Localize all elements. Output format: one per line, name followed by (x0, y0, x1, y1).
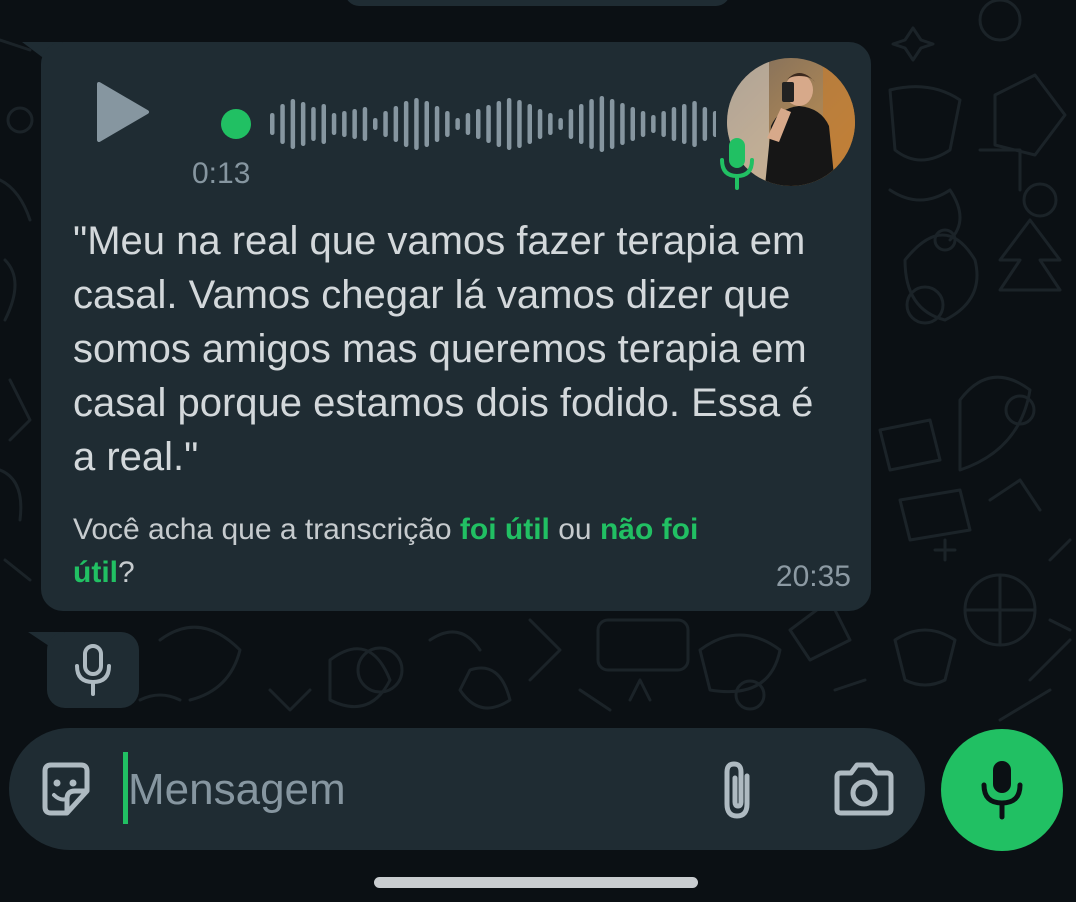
waveform-bar (414, 98, 419, 150)
waveform-bar (393, 106, 399, 142)
waveform-bar (342, 111, 347, 137)
audio-duration: 0:13 (192, 157, 251, 190)
voice-message-bubble[interactable] (47, 632, 139, 708)
waveform-bar (527, 104, 532, 144)
mic-icon (981, 761, 1023, 820)
waveform-bar (300, 102, 306, 146)
mic-icon (75, 644, 111, 696)
waveform-bar (682, 104, 687, 144)
waveform-bar (321, 104, 326, 144)
waveform-bar (671, 107, 677, 141)
waveform-bar (311, 107, 316, 141)
waveform-bar (517, 100, 522, 148)
waveform-bar (692, 101, 697, 147)
play-icon[interactable] (93, 82, 153, 142)
camera-icon[interactable] (831, 761, 897, 819)
waveform-bar (352, 109, 357, 139)
record-voice-button[interactable] (941, 729, 1063, 851)
waveform-bar (702, 107, 708, 141)
waveform-bar (651, 115, 656, 133)
waveform-bar (383, 111, 388, 137)
waveform-bar (712, 111, 716, 137)
waveform-bar (661, 111, 666, 137)
previous-message-edge (345, 0, 730, 6)
waveform-bar (640, 111, 646, 137)
message-time: 20:35 (775, 560, 851, 593)
attach-icon[interactable] (717, 758, 761, 822)
waveform-bar (362, 107, 368, 141)
waveform-bar (599, 96, 605, 152)
message-input[interactable] (126, 754, 690, 826)
waveform-bar (434, 106, 440, 142)
waveform-bar (620, 103, 625, 145)
waveform-bar (579, 104, 584, 144)
waveform-bar (465, 113, 471, 135)
feedback-middle: ou (549, 513, 600, 546)
mic-icon (720, 138, 754, 190)
waveform-bar (290, 99, 296, 149)
audio-message-bubble[interactable]: 0:13 "Meu na real que vamos fazer terapi… (41, 42, 871, 611)
waveform-bar (589, 99, 594, 149)
waveform-bar (548, 113, 553, 135)
waveform-bar (486, 105, 491, 143)
waveform-bar (558, 118, 563, 130)
audio-waveform[interactable] (176, 94, 716, 154)
waveform-bar (455, 118, 460, 130)
message-composer (9, 728, 925, 850)
waveform-bar (506, 98, 512, 150)
waveform-bar (537, 109, 543, 139)
waveform-bar (270, 113, 275, 135)
waveform-bar (331, 113, 337, 135)
waveform-bar (568, 109, 574, 139)
waveform-bar (280, 104, 285, 144)
useful-link[interactable]: foi útil (460, 513, 550, 546)
transcription-text: "Meu na real que vamos fazer terapia em … (73, 219, 814, 479)
waveform-bar (373, 118, 378, 130)
playback-position-dot[interactable] (221, 109, 251, 139)
waveform-bar (609, 99, 615, 149)
waveform-bar (630, 107, 635, 141)
feedback-suffix: ? (118, 556, 135, 589)
transcription-feedback: Você acha que a transcrição foi útil ou … (73, 508, 733, 594)
navigation-handle[interactable] (374, 877, 698, 888)
waveform-bar (424, 101, 429, 147)
waveform-bar (445, 111, 450, 137)
feedback-prefix: Você acha que a transcrição (73, 513, 460, 546)
waveform-bar (476, 109, 481, 139)
waveform-bar (403, 101, 409, 147)
sticker-icon[interactable] (37, 761, 95, 819)
waveform-bar (496, 101, 502, 147)
